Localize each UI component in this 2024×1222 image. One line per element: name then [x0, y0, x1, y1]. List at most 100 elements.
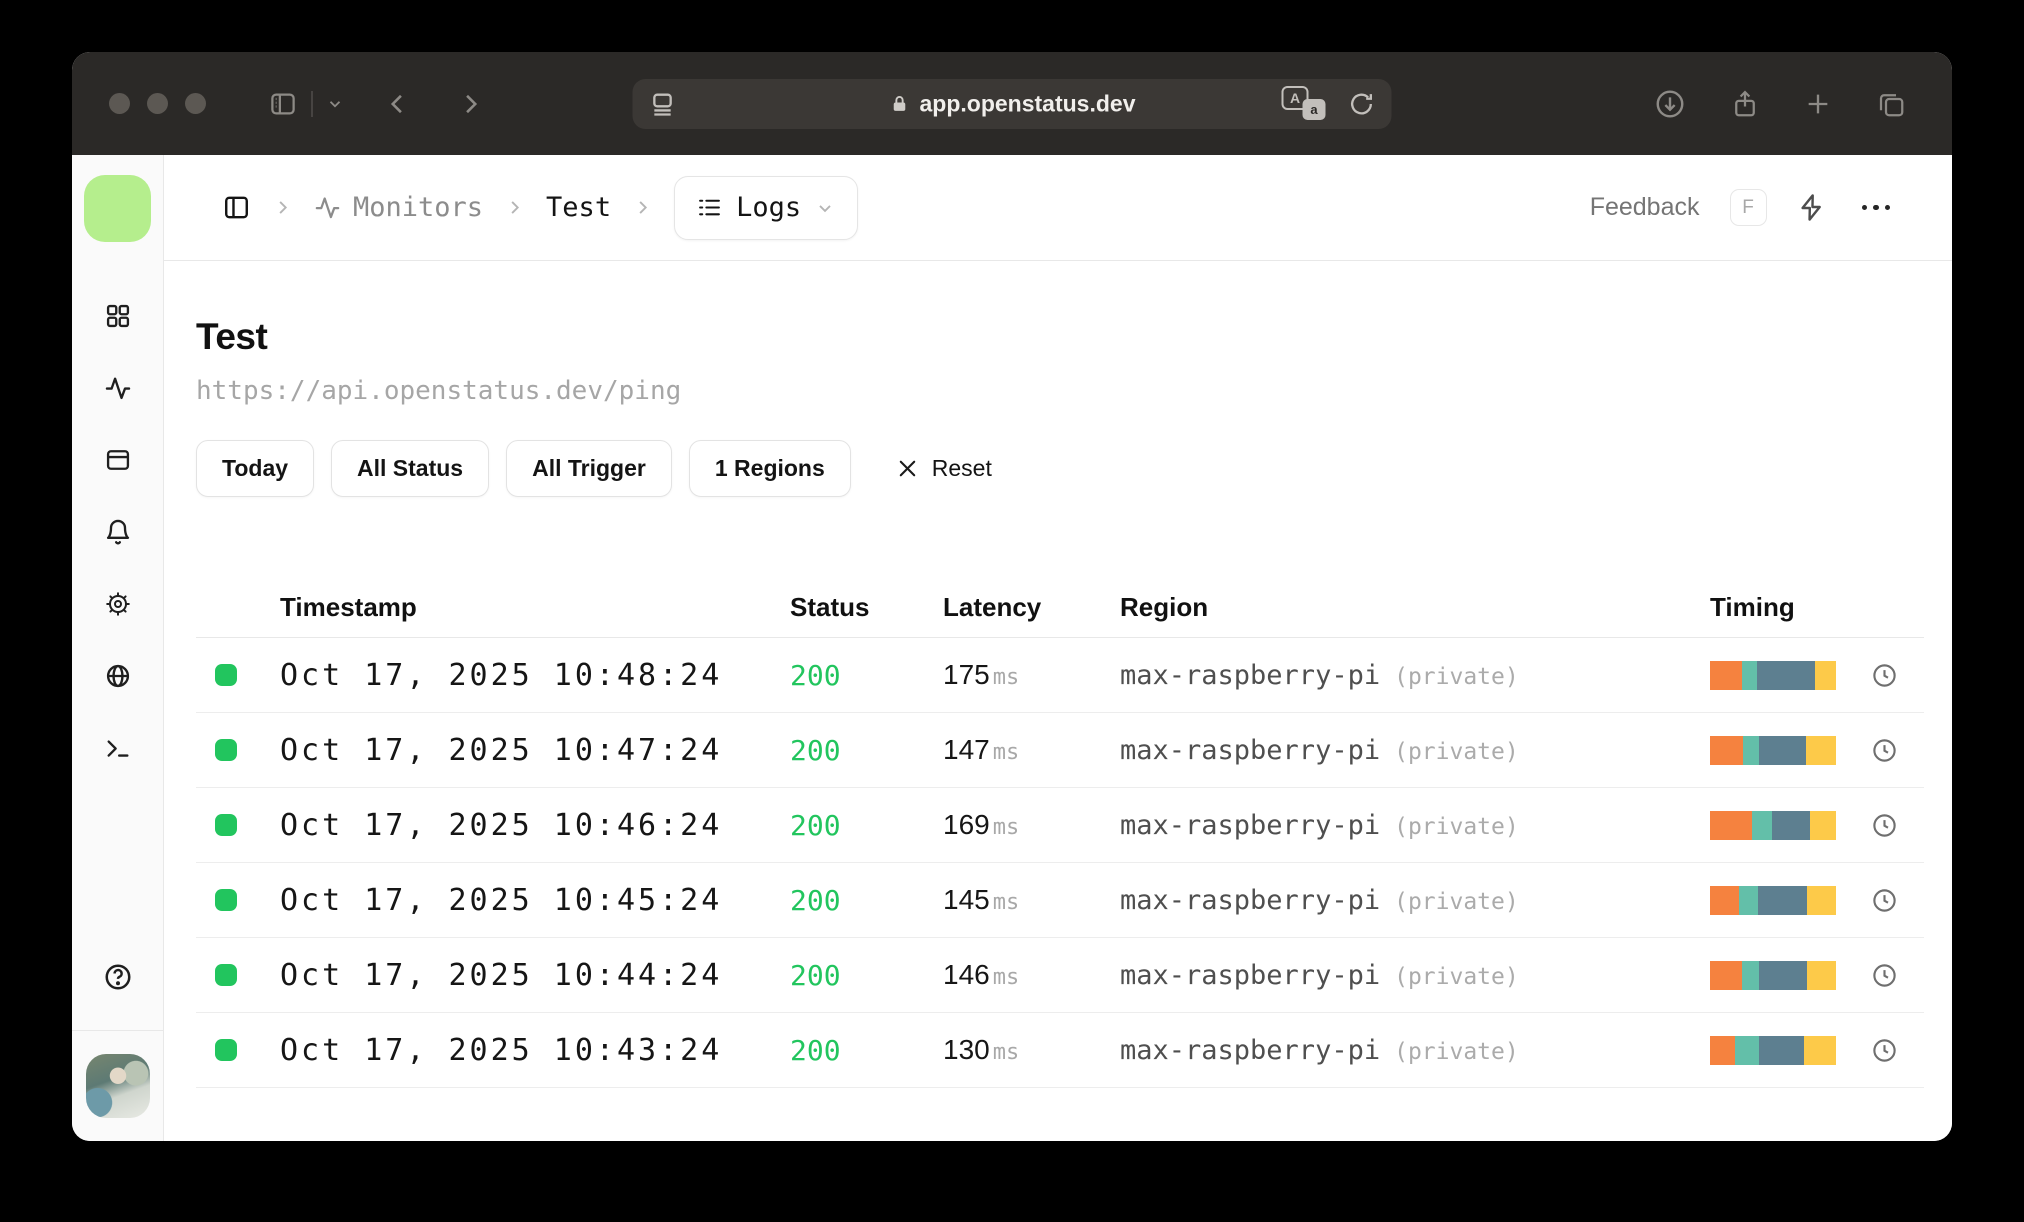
address-bar[interactable]: app.openstatus.dev Aa	[632, 78, 1392, 129]
breadcrumb: Monitors Test Logs	[222, 175, 859, 240]
log-timestamp: Oct 17, 2025 10:43:24	[280, 1032, 723, 1068]
log-region: max-raspberry-pi (private)	[1120, 734, 1519, 766]
feedback-button[interactable]: Feedback	[1590, 193, 1700, 222]
log-region: max-raspberry-pi (private)	[1120, 1034, 1519, 1066]
clock-icon	[1871, 962, 1898, 989]
timing-segment-orange	[1710, 885, 1739, 915]
browser-titlebar: app.openstatus.dev Aa	[72, 52, 1952, 155]
activity-icon	[314, 194, 341, 221]
timing-segment-orange	[1710, 810, 1752, 840]
activity-icon	[104, 374, 132, 402]
back-icon[interactable]	[384, 90, 412, 118]
feedback-shortcut-key: F	[1729, 189, 1767, 226]
close-button[interactable]	[109, 93, 130, 114]
filter-date[interactable]: Today	[196, 440, 315, 497]
log-row[interactable]: Oct 17, 2025 10:44:24 200 146 ms max-rasp…	[196, 938, 1924, 1013]
forward-icon[interactable]	[456, 90, 484, 118]
log-region: max-raspberry-pi (private)	[1120, 959, 1519, 991]
timing-segment-orange	[1710, 735, 1743, 765]
log-timestamp: Oct 17, 2025 10:46:24	[280, 807, 723, 843]
log-status-code: 200	[790, 808, 841, 842]
logs-view-selector[interactable]: Logs	[674, 175, 859, 240]
sidebar-item-notifications[interactable]	[104, 518, 132, 546]
sidebar-item-monitors[interactable]	[104, 374, 132, 402]
breadcrumb-chevron-icon	[633, 198, 652, 217]
more-options-button[interactable]	[1856, 199, 1897, 217]
log-row[interactable]: Oct 17, 2025 10:47:24 200 147 ms max-rasp…	[196, 713, 1924, 788]
filter-trigger[interactable]: All Trigger	[506, 440, 672, 497]
timing-segment-orange	[1710, 1035, 1736, 1065]
share-icon[interactable]	[1730, 89, 1760, 119]
minimize-button[interactable]	[147, 93, 168, 114]
status-dot	[215, 664, 237, 686]
log-status-code: 200	[790, 733, 841, 767]
log-row[interactable]: Oct 17, 2025 10:43:24 200 130 ms max-rasp…	[196, 1013, 1924, 1088]
sidebar-item-settings[interactable]	[104, 590, 132, 618]
timing-segment-teal	[1738, 885, 1758, 915]
reset-filters-button[interactable]: Reset	[896, 455, 992, 482]
table-header-row: Timestamp Status Latency Region Timing	[196, 577, 1924, 638]
url-text: app.openstatus.dev	[919, 90, 1136, 116]
timing-bar	[1710, 960, 1836, 990]
clock-icon	[1871, 1037, 1898, 1064]
timing-bar	[1710, 810, 1836, 840]
timing-segment-teal	[1741, 660, 1757, 690]
breadcrumb-monitors[interactable]: Monitors	[314, 192, 483, 223]
column-header-region: Region	[1120, 591, 1209, 622]
log-latency: 145 ms	[943, 884, 1020, 915]
sidebar-item-status-pages[interactable]	[104, 446, 132, 474]
user-avatar[interactable]	[85, 1054, 150, 1118]
lock-icon	[889, 93, 910, 114]
terminal-icon	[104, 734, 132, 762]
panel-toggle-icon[interactable]	[222, 193, 251, 222]
sidebar-toggle-icon[interactable]	[268, 89, 298, 119]
reload-icon[interactable]	[1348, 90, 1376, 118]
browser-window: app.openstatus.dev Aa Monitors Test Logs…	[72, 52, 1952, 1141]
log-row[interactable]: Oct 17, 2025 10:46:24 200 169 ms max-rasp…	[196, 788, 1924, 863]
timing-segment-slate	[1759, 960, 1807, 990]
breadcrumb-monitor-name[interactable]: Test	[546, 192, 611, 223]
log-row[interactable]: Oct 17, 2025 10:48:24 200 175 ms max-rasp…	[196, 638, 1924, 713]
zoom-button[interactable]	[185, 93, 206, 114]
clock-icon	[1871, 887, 1898, 914]
command-menu-button[interactable]	[1797, 193, 1826, 222]
sidebar-item-cli[interactable]	[104, 734, 132, 762]
traffic-lights	[72, 93, 206, 114]
chevron-down-icon	[815, 198, 835, 218]
help-button[interactable]	[103, 962, 133, 992]
breadcrumb-chevron-icon	[505, 198, 524, 217]
timing-segment-slate	[1759, 1035, 1805, 1065]
log-timestamp: Oct 17, 2025 10:48:24	[280, 657, 723, 693]
log-region: max-raspberry-pi (private)	[1120, 659, 1519, 691]
clock-icon	[1871, 812, 1898, 839]
grid-icon	[104, 302, 132, 330]
tab-overview-icon[interactable]	[1876, 89, 1906, 119]
timing-segment-yellow	[1805, 735, 1836, 765]
page-icon[interactable]	[649, 90, 677, 118]
workspace-logo[interactable]	[84, 174, 151, 242]
downloads-icon[interactable]	[1654, 88, 1686, 120]
sidebar-item-dashboard[interactable]	[104, 302, 132, 330]
new-tab-icon[interactable]	[1804, 90, 1832, 118]
timing-segment-orange	[1710, 960, 1742, 990]
log-timestamp: Oct 17, 2025 10:47:24	[280, 732, 723, 768]
log-timestamp: Oct 17, 2025 10:44:24	[280, 957, 723, 993]
log-latency: 147 ms	[943, 734, 1020, 765]
chevron-down-icon[interactable]	[326, 95, 344, 113]
log-region: max-raspberry-pi (private)	[1120, 809, 1519, 841]
filter-regions[interactable]: 1 Regions	[688, 440, 851, 497]
timing-segment-teal	[1735, 1035, 1760, 1065]
titlebar-divider	[311, 90, 313, 117]
bell-icon	[104, 518, 132, 546]
status-page-icon	[104, 446, 132, 474]
filter-status[interactable]: All Status	[331, 440, 490, 497]
filter-bar: Today All Status All Trigger 1 Regions R…	[196, 440, 1924, 497]
log-row[interactable]: Oct 17, 2025 10:45:24 200 145 ms max-rasp…	[196, 863, 1924, 938]
clock-icon	[1871, 662, 1898, 689]
status-dot	[215, 889, 237, 911]
timing-segment-slate	[1757, 885, 1807, 915]
timing-segment-teal	[1751, 810, 1772, 840]
translate-icon[interactable]: Aa	[1281, 85, 1328, 122]
sidebar-item-regions[interactable]	[104, 662, 132, 690]
timing-segment-teal	[1742, 735, 1760, 765]
